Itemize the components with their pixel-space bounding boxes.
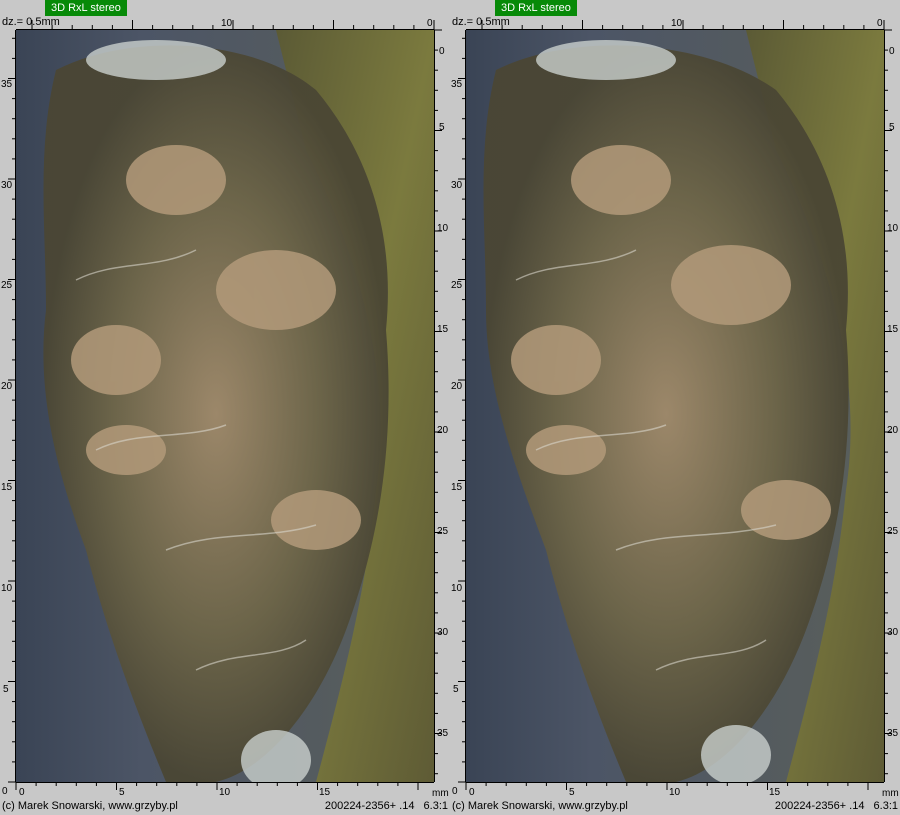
unit-label: mm: [882, 788, 899, 799]
stereo-badge: 3D RxL stereo: [45, 0, 127, 16]
top-ruler-label: 0: [877, 18, 883, 29]
bottom-ruler-label: 0: [19, 787, 25, 798]
top-ruler: 10 0: [466, 16, 885, 30]
bottom-ruler-label: 10: [219, 787, 231, 798]
right-ruler-label: 0: [439, 46, 445, 57]
left-ruler-label: 30: [1, 180, 13, 191]
top-ruler-label: 10: [221, 18, 233, 29]
right-ruler-label: 15: [437, 324, 449, 335]
bottom-ruler-label: 15: [319, 787, 331, 798]
left-ruler-label: 20: [451, 381, 463, 392]
bottom-ruler-label: 5: [569, 787, 575, 798]
bottom-ruler-label: 15: [769, 787, 781, 798]
left-ruler: 35 30 25 20 15 10 5: [0, 30, 16, 783]
bottom-ruler-label: 5: [119, 787, 125, 798]
right-ruler-label: 25: [437, 526, 449, 537]
left-ruler-label: 15: [1, 482, 13, 493]
top-ruler: 10 0: [16, 16, 435, 30]
right-ruler-label: 20: [887, 425, 899, 436]
left-ruler-label: 15: [451, 482, 463, 493]
right-ruler-label: 35: [437, 728, 449, 739]
stereo-panel-right: 3D RxL stereo dz.= 0.5mm 10 0 35 30 25 2…: [450, 0, 900, 815]
stereo-badge: 3D RxL stereo: [495, 0, 577, 16]
left-ruler-label: 5: [453, 684, 459, 695]
credit-text: (c) Marek Snowarski, www.grzyby.pl: [452, 800, 628, 812]
left-ruler-label: 25: [1, 280, 13, 291]
bottom-ruler: 0 5 10 15: [465, 782, 884, 798]
magnification: 6.3:1: [423, 800, 448, 812]
bottom-ruler: 0 5 10 15: [15, 782, 434, 798]
right-ruler-label: 10: [437, 223, 449, 234]
stereo-panel-left: 3D RxL stereo dz.= 0.5mm 10 0 35 30 25 2…: [0, 0, 450, 815]
corner-zero-label: 0: [452, 786, 458, 797]
magnification: 6.3:1: [873, 800, 898, 812]
image-id: 200224-2356+ .14: [324, 800, 415, 812]
right-ruler: 0 5 10 15 20 25 30 35: [884, 29, 900, 782]
right-ruler-label: 25: [887, 526, 899, 537]
right-ruler-label: 30: [437, 627, 449, 638]
left-ruler-label: 30: [451, 180, 463, 191]
bottom-ruler-label: 10: [669, 787, 681, 798]
top-ruler-label: 10: [671, 18, 683, 29]
lichen-photo-left: [16, 30, 434, 782]
corner-zero-label: 0: [2, 786, 8, 797]
right-ruler-label: 0: [889, 46, 895, 57]
unit-label: mm: [432, 788, 449, 799]
right-ruler-label: 5: [439, 122, 445, 133]
left-ruler: 35 30 25 20 15 10 5: [450, 30, 466, 783]
right-ruler-label: 35: [887, 728, 899, 739]
right-ruler-label: 20: [437, 425, 449, 436]
image-info: 200224-2356+ .14 6.3:1: [769, 800, 898, 812]
right-ruler: 0 5 10 15 20 25 30 35: [434, 29, 450, 782]
right-ruler-label: 15: [887, 324, 899, 335]
left-ruler-label: 10: [1, 583, 13, 594]
left-ruler-label: 10: [451, 583, 463, 594]
credit-text: (c) Marek Snowarski, www.grzyby.pl: [2, 800, 178, 812]
left-ruler-label: 35: [1, 79, 13, 90]
left-ruler-label: 35: [451, 79, 463, 90]
right-ruler-label: 5: [889, 122, 895, 133]
left-ruler-label: 25: [451, 280, 463, 291]
right-ruler-label: 10: [887, 223, 899, 234]
bottom-ruler-label: 0: [469, 787, 475, 798]
image-info: 200224-2356+ .14 6.3:1: [319, 800, 448, 812]
right-ruler-label: 30: [887, 627, 899, 638]
image-id: 200224-2356+ .14: [774, 800, 865, 812]
lichen-photo-right: [466, 30, 884, 782]
top-ruler-label: 0: [427, 18, 433, 29]
left-ruler-label: 20: [1, 381, 13, 392]
left-ruler-label: 5: [3, 684, 9, 695]
